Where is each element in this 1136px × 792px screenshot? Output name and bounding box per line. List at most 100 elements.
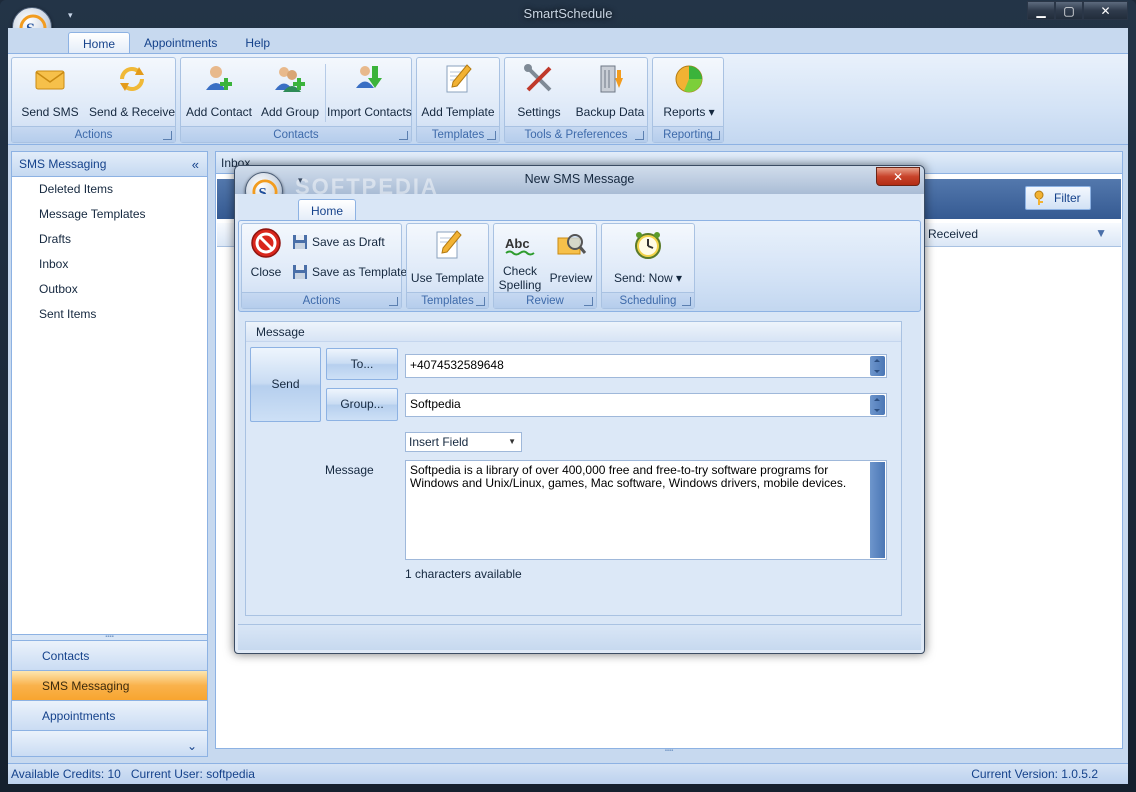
- chevron-down-icon: ▼: [508, 437, 516, 446]
- group-launcher-icon[interactable]: [682, 297, 691, 306]
- send-receive-button[interactable]: Send & Receive: [88, 58, 176, 126]
- to-button[interactable]: To...: [326, 348, 398, 380]
- add-contact-icon: [206, 66, 232, 90]
- nav-item-sent-items[interactable]: Sent Items: [12, 302, 207, 327]
- nav-item-message-templates[interactable]: Message Templates: [12, 202, 207, 227]
- dialog-group-templates: Use Template Templates: [406, 223, 489, 309]
- group-launcher-icon[interactable]: [487, 131, 496, 140]
- ribbon-group-label: Scheduling: [602, 292, 694, 308]
- column-dropdown-icon[interactable]: ▼: [1095, 226, 1107, 240]
- nav-button-sms-messaging[interactable]: SMS Messaging: [12, 670, 207, 700]
- add-group-icon: [275, 67, 305, 92]
- characters-available: 1 characters available: [405, 567, 522, 581]
- dialog-group-actions: Close Save as Draft Save as Template Act…: [241, 223, 407, 309]
- group-launcher-icon[interactable]: [635, 131, 644, 140]
- filter-button[interactable]: Filter: [1025, 186, 1091, 210]
- message-section: Message Send To... Group... +40745325896…: [245, 321, 902, 616]
- to-field-spinner[interactable]: [870, 356, 885, 376]
- ribbon-group-tools: Settings Backup Data Tools & Preferences: [504, 57, 648, 143]
- settings-button[interactable]: Settings: [507, 58, 571, 126]
- template-icon: [446, 64, 472, 93]
- tab-home[interactable]: Home: [68, 32, 131, 54]
- backup-icon: [600, 65, 623, 93]
- insert-field-dropdown[interactable]: Insert Field ▼: [405, 432, 522, 452]
- dialog-tab-home[interactable]: Home: [298, 199, 357, 221]
- use-template-button[interactable]: Use Template: [409, 224, 486, 292]
- group-field[interactable]: Softpedia: [405, 393, 887, 417]
- preview-button[interactable]: Preview: [546, 224, 596, 292]
- collapse-pane-icon[interactable]: «: [192, 152, 199, 177]
- floppy-icon: [293, 265, 307, 279]
- save-as-draft-button[interactable]: Save as Draft: [290, 231, 385, 253]
- check-spelling-button[interactable]: Abc Check Spelling: [496, 224, 544, 292]
- close-message-button[interactable]: Close: [246, 224, 286, 292]
- ribbon-group-label: Contacts: [181, 126, 411, 142]
- send-sms-button[interactable]: Send SMS: [16, 58, 84, 126]
- dialog-close-button[interactable]: ✕: [876, 167, 920, 186]
- inbox-resize-grip[interactable]: ▪▪▪▪: [215, 748, 1123, 757]
- column-received[interactable]: Received: [928, 227, 978, 241]
- reports-button[interactable]: Reports ▾: [655, 58, 723, 126]
- nav-item-outbox[interactable]: Outbox: [12, 277, 207, 302]
- group-launcher-icon[interactable]: [584, 297, 593, 306]
- group-launcher-icon[interactable]: [389, 297, 398, 306]
- ribbon-group-label: Tools & Preferences: [505, 126, 647, 142]
- group-launcher-icon[interactable]: [163, 131, 172, 140]
- ribbon-group-templates: Add Template Templates: [416, 57, 500, 143]
- nav-button-contacts[interactable]: Contacts: [12, 640, 207, 670]
- sync-icon: [120, 67, 144, 91]
- window-controls: ▁ ▢ ✕: [1027, 1, 1128, 20]
- nav-item-drafts[interactable]: Drafts: [12, 227, 207, 252]
- key-icon: [1034, 190, 1044, 205]
- svg-text:Abc: Abc: [505, 236, 530, 251]
- new-sms-dialog: SOFTPEDIA New SMS Message ✕ S ▾ Home Clo…: [234, 165, 925, 654]
- status-version: Current Version: 1.0.5.2: [971, 767, 1098, 781]
- maximize-button[interactable]: ▢: [1055, 1, 1083, 20]
- group-launcher-icon[interactable]: [399, 131, 408, 140]
- status-credits: Available Credits: 10: [11, 767, 121, 781]
- message-text: Softpedia is a library of over 400,000 f…: [410, 463, 847, 490]
- tools-icon: [524, 64, 552, 92]
- add-group-button[interactable]: Add Group: [257, 58, 323, 126]
- add-template-button[interactable]: Add Template: [419, 58, 497, 126]
- ribbon-group-actions: Send SMS Send & Receive Actions: [11, 57, 176, 143]
- message-scrollbar[interactable]: [870, 462, 885, 558]
- backup-data-button[interactable]: Backup Data: [573, 58, 647, 126]
- dialog-ribbon: Close Save as Draft Save as Template Act…: [238, 220, 921, 312]
- envelope-icon: [35, 70, 65, 90]
- dialog-quick-access-icon[interactable]: ▾: [298, 175, 303, 186]
- minimize-button[interactable]: ▁: [1027, 1, 1055, 20]
- save-as-template-button[interactable]: Save as Template: [290, 261, 407, 283]
- group-button[interactable]: Group...: [326, 388, 398, 421]
- window-title: SmartSchedule: [523, 6, 613, 21]
- nav-item-inbox[interactable]: Inbox: [12, 252, 207, 277]
- nav-item-deleted-items[interactable]: Deleted Items: [12, 177, 207, 202]
- nav-button-appointments[interactable]: Appointments: [12, 700, 207, 730]
- alarm-clock-icon: [635, 232, 661, 259]
- nav-header-title: SMS Messaging: [19, 157, 107, 171]
- message-textarea[interactable]: Softpedia is a library of over 400,000 f…: [405, 460, 887, 560]
- ribbon-group-label: Review: [494, 292, 596, 308]
- tab-help[interactable]: Help: [231, 32, 284, 54]
- tab-appointments[interactable]: Appointments: [130, 32, 231, 54]
- stop-icon: [251, 228, 281, 258]
- reports-icon: [675, 65, 703, 93]
- dialog-title: New SMS Message: [524, 172, 635, 186]
- group-launcher-icon[interactable]: [476, 297, 485, 306]
- to-field[interactable]: +4074532589648: [405, 354, 887, 378]
- dialog-footer: [238, 624, 921, 650]
- group-field-spinner[interactable]: [870, 395, 885, 415]
- ribbon-group-reporting: Reports ▾ Reporting: [652, 57, 724, 143]
- close-window-button[interactable]: ✕: [1083, 1, 1128, 20]
- send-button[interactable]: Send: [250, 347, 321, 422]
- ribbon-group-contacts: Add Contact Add Group Import Contacts Co…: [180, 57, 412, 143]
- dialog-group-scheduling: Send: Now ▾ Scheduling: [601, 223, 695, 309]
- pane-splitter[interactable]: [209, 151, 214, 757]
- group-launcher-icon[interactable]: [711, 131, 720, 140]
- message-section-title: Message: [246, 322, 901, 342]
- dialog-group-review: Abc Check Spelling Preview Review: [493, 223, 597, 309]
- nav-more-chevron-icon[interactable]: ⌄: [12, 730, 207, 756]
- add-contact-button[interactable]: Add Contact: [183, 58, 255, 126]
- send-now-dropdown[interactable]: Send: Now ▾: [604, 224, 692, 292]
- import-contacts-button[interactable]: Import Contacts: [327, 58, 412, 126]
